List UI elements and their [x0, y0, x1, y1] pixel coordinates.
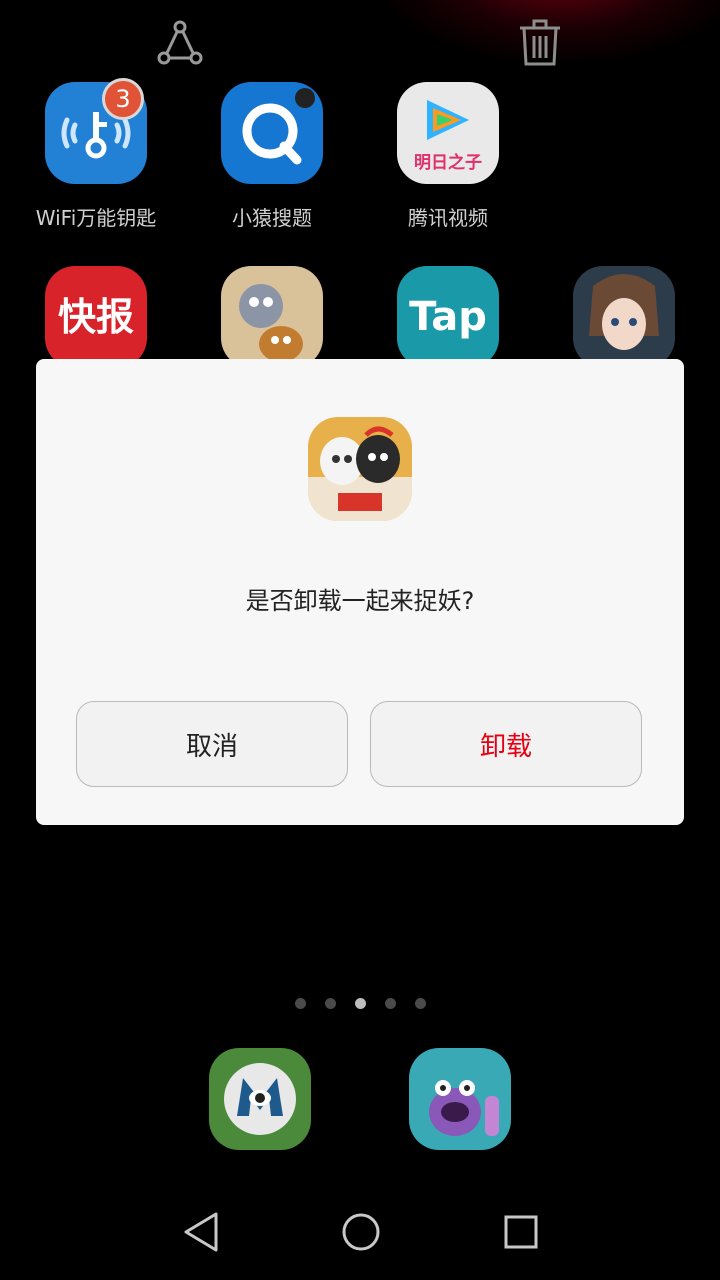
app-label: 腾讯视频: [408, 206, 488, 230]
search-question-app-icon: [221, 82, 323, 184]
navigation-bar: [0, 1180, 720, 1280]
page-indicator: [290, 998, 430, 1012]
taptap-app-icon[interactable]: Tap: [397, 266, 499, 360]
home-icon[interactable]: [339, 1210, 383, 1254]
icon-text: 明日之子: [414, 152, 482, 173]
monsters-university-app-icon[interactable]: [209, 1048, 311, 1150]
notification-badge: 3: [102, 78, 144, 120]
monster-game-app-icon[interactable]: [409, 1048, 511, 1150]
app-row-2: 快报 Tap: [0, 260, 720, 360]
page-dot-active[interactable]: [355, 998, 366, 1009]
cancel-button[interactable]: 取消: [76, 701, 348, 787]
uninstall-button[interactable]: 卸载: [370, 701, 642, 787]
app-xiaoyuan-soti[interactable]: 小猿搜题: [202, 82, 342, 231]
recent-apps-icon[interactable]: [499, 1210, 543, 1254]
kuaibao-app-icon[interactable]: 快报: [45, 266, 147, 360]
icon-text: Tap: [409, 294, 487, 340]
app-tencent-video[interactable]: 明日之子 腾讯视频: [378, 82, 518, 231]
uninstall-dialog: 是否卸载一起来捉妖? 取消 卸载: [36, 359, 684, 825]
app-wifi-master[interactable]: 3 WiFi万能钥匙: [26, 78, 166, 231]
page-dot[interactable]: [385, 998, 396, 1009]
share-icon[interactable]: [154, 18, 206, 68]
page-dot[interactable]: [295, 998, 306, 1009]
tom-and-jerry-app-icon[interactable]: [221, 266, 323, 360]
back-icon[interactable]: [180, 1210, 224, 1254]
page-dot[interactable]: [325, 998, 336, 1009]
page-dot[interactable]: [415, 998, 426, 1009]
trash-icon[interactable]: [516, 18, 564, 68]
anime-game-app-icon[interactable]: [573, 266, 675, 360]
tencent-video-app-icon: 明日之子: [397, 82, 499, 184]
icon-text: 快报: [58, 295, 134, 339]
dialog-message: 是否卸载一起来捉妖?: [245, 587, 475, 615]
app-label: WiFi万能钥匙: [35, 206, 157, 230]
app-label: 小猿搜题: [232, 206, 312, 230]
catch-monster-app-icon: [308, 417, 412, 521]
